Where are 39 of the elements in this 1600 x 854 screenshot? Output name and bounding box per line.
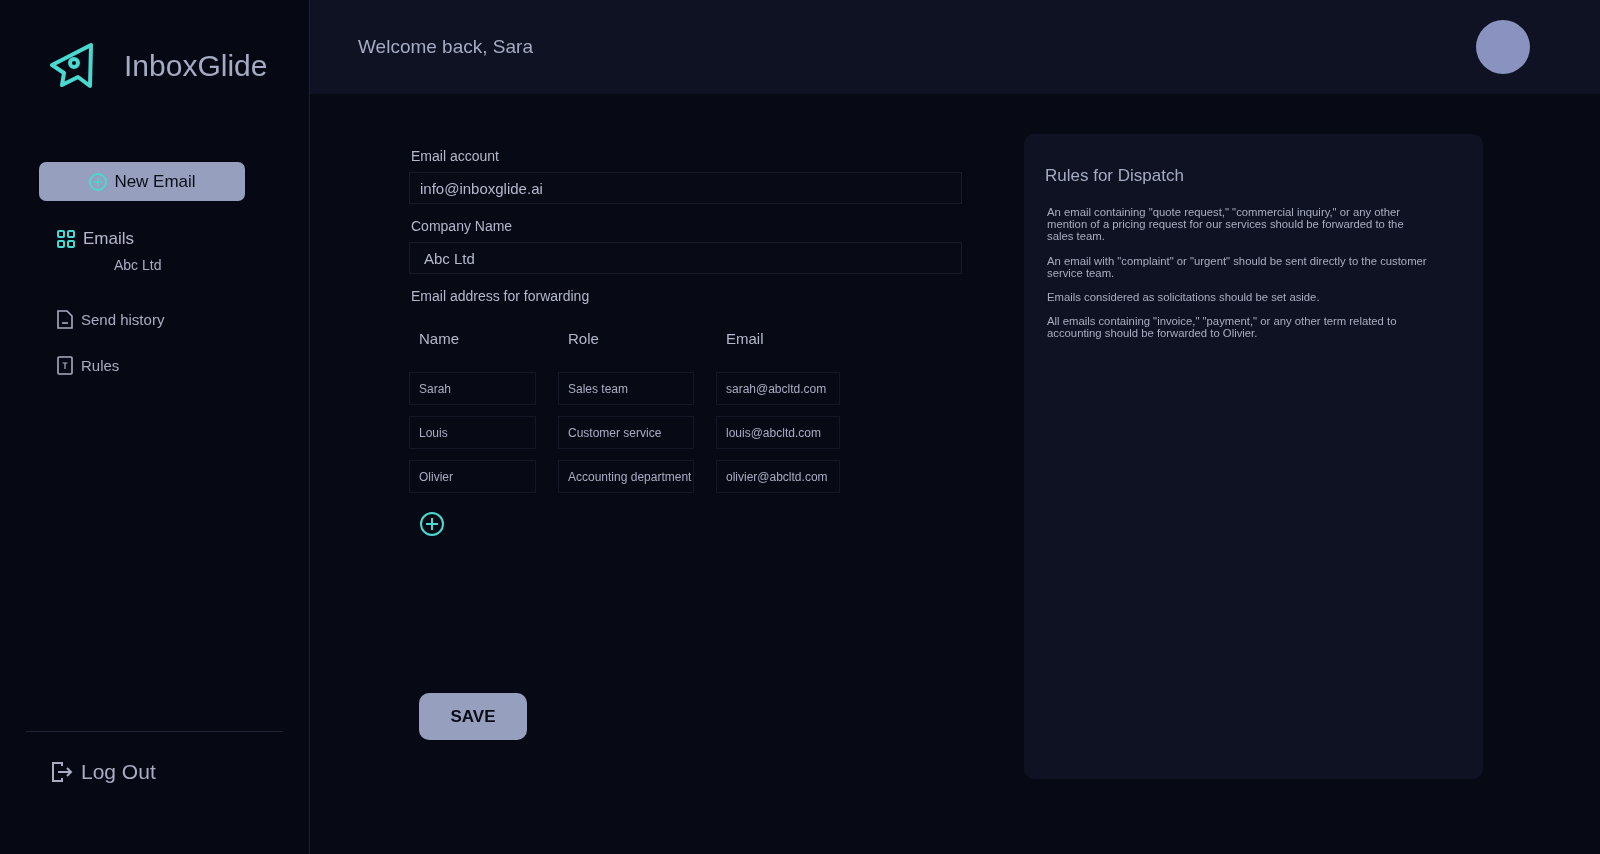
rule-text: All emails containing "invoice," "payment," or any other term related to accounting should be forwarded to Olivier.	[1047, 315, 1398, 340]
document-icon	[57, 309, 73, 329]
welcome-text: Welcome back, Sara	[358, 36, 533, 58]
new-email-button[interactable]: New Email	[39, 162, 245, 201]
nav-item[interactable]: Send history	[57, 303, 309, 335]
grid-icon	[57, 230, 75, 248]
rule-text: An email with "complaint" or "urgent" should be sent directly to the customer service team.	[1047, 254, 1428, 279]
save-button[interactable]: SAVE	[419, 693, 527, 740]
nav-item[interactable]: Rules	[57, 349, 309, 381]
table-input-field[interactable]: olivier@abcltd.com	[716, 460, 840, 493]
logout-icon	[51, 761, 73, 783]
email-account-field[interactable]: info@inboxglide.ai	[409, 172, 962, 204]
text-box-icon	[57, 355, 73, 375]
panel-title: Rules for Dispatch	[1045, 166, 1185, 186]
table-input-field[interactable]: Sales team	[558, 372, 694, 405]
table-input-field[interactable]: Sarah	[409, 372, 536, 405]
field-label: Email address for forwarding	[411, 288, 591, 304]
nav-item[interactable]: Emails	[57, 223, 309, 255]
table-input-field[interactable]: louis@abcltd.com	[716, 416, 840, 449]
table-input-field[interactable]: Louis	[409, 416, 536, 449]
table-input-field[interactable]: sarah@abcltd.com	[716, 372, 840, 405]
logout-button[interactable]: Log Out	[51, 760, 309, 784]
column-header: Name	[418, 329, 460, 349]
app-name: InboxGlide	[124, 49, 268, 83]
table-input-field[interactable]: Accounting department	[558, 460, 694, 493]
nav-subitem[interactable]: Abc Ltd	[114, 257, 309, 273]
rule-text: An email containing "quote request," "commercial inquiry," or any other mention of a pricing request for our services should be forwarded to the sales team.	[1047, 206, 1405, 243]
rocket-logo-icon	[50, 43, 94, 89]
table-input-field[interactable]: Customer service	[558, 416, 694, 449]
rule-text: Emails considered as solicitations should be set aside.	[1047, 290, 1321, 304]
add-row-icon[interactable]	[419, 511, 445, 537]
column-header: Email	[725, 329, 765, 349]
field-label: Email account	[411, 148, 500, 164]
table-input-field[interactable]: Olivier	[409, 460, 536, 493]
avatar[interactable]	[1476, 20, 1530, 74]
field-label: Company Name	[411, 218, 514, 234]
column-header: Role	[567, 329, 600, 349]
plus-circle-icon	[88, 171, 109, 192]
company-name-field[interactable]: Abc Ltd	[409, 242, 962, 274]
